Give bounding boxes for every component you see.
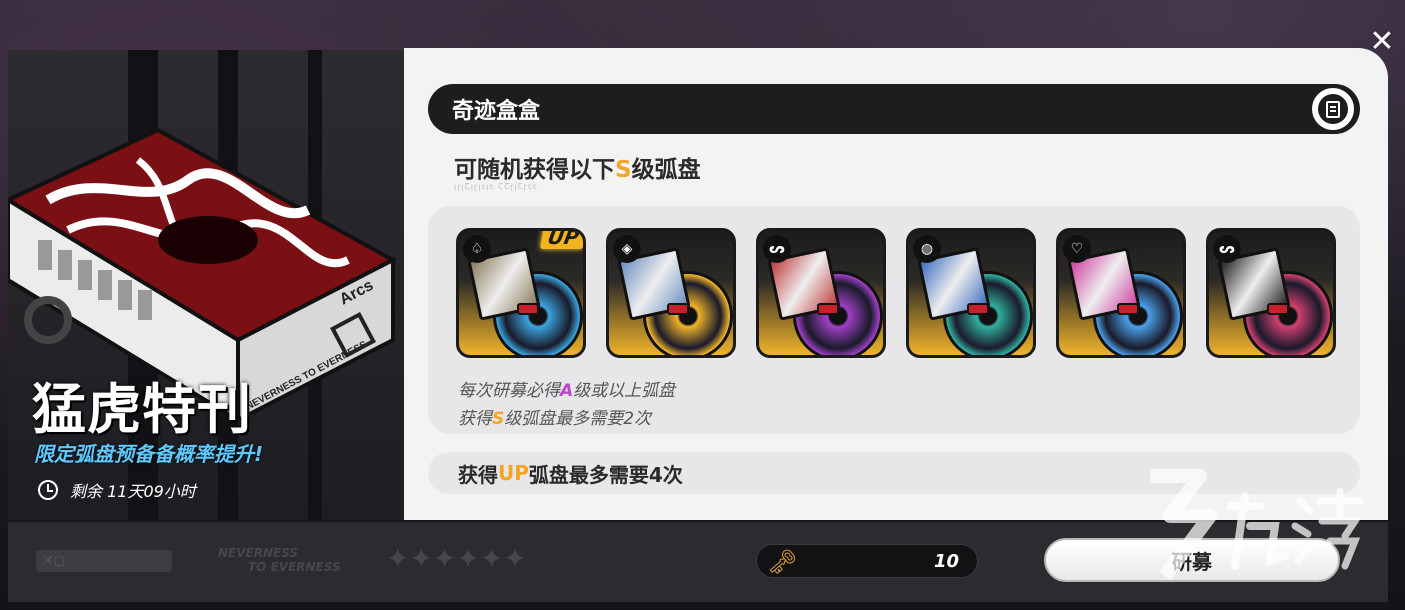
up-label: UP (498, 461, 529, 485)
disc-card[interactable]: ᔕ (756, 228, 886, 358)
disc-card[interactable]: ◈ (606, 228, 736, 358)
element-type-icon: ◈ (613, 235, 641, 263)
disc-hub (817, 303, 839, 315)
disc-hub (1267, 303, 1289, 315)
site-watermark-icon (1150, 469, 1364, 581)
element-type-icon: ◍ (913, 235, 941, 263)
decorative-stars-icon: ✦✦✦✦✦✦ (386, 542, 527, 575)
slogan-text: NEVERNESS TO EVERNESS (218, 546, 341, 574)
subtitle-decoration: ꞁꞅꞁꞆꞁꞅꞁꞇꞁꞇ ꞆꞆꞅꞁꞆꞅꞇꞇ (454, 182, 538, 191)
document-icon (1326, 100, 1340, 118)
rule-guarantee-s: 获得S级弧盘最多需要2次 (458, 404, 651, 429)
key-icon: 🗝 (767, 548, 798, 576)
time-remaining: 剩余 11天09小时 (38, 478, 196, 502)
element-type-icon: ♡ (1063, 235, 1091, 263)
up-badge: UP (539, 231, 583, 249)
rule2-prefix: 获得 (458, 409, 492, 429)
rank-a-label: A (560, 381, 574, 401)
rank-s-label: S (492, 409, 505, 429)
clock-icon (38, 480, 58, 500)
disc-list: ♤ UP ◈ ᔕ ◍ ♡ ᔕ (456, 228, 1336, 358)
disc-card[interactable]: ♡ (1056, 228, 1186, 358)
rule-guarantee-a: 每次研募必得A级或以上弧盘 (458, 376, 675, 401)
details-button[interactable] (1308, 84, 1358, 134)
close-button[interactable]: ✕ (1364, 24, 1400, 60)
key-count: 10 (933, 551, 959, 572)
banner-panel: Arcs NEVERNESS TO EVERNESS 猛虎特刊 限定弧盘预备备概… (8, 50, 406, 520)
rule1-suffix: 级或以上弧盘 (573, 381, 676, 401)
disc-list-panel: ♤ UP ◈ ᔕ ◍ ♡ ᔕ 每次研募必得A级或以上弧盘 获得S级弧盘最多需要2次 (428, 206, 1360, 434)
rule2-suffix: 级弧盘最多需要2次 (504, 409, 652, 429)
up-rule-suffix: 弧盘最多需要4次 (528, 462, 683, 487)
element-type-icon: ᔕ (763, 235, 791, 263)
pool-title: 奇迹盒盒 (452, 99, 541, 124)
pool-details-card: 奇迹盒盒 可随机获得以下S级弧盘 ꞁꞅꞁꞆꞁꞅꞁꞇꞁꞇ ꞆꞆꞅꞁꞆꞅꞇꞇ ♤ UP… (404, 48, 1388, 520)
disc-card[interactable]: ᔕ (1206, 228, 1336, 358)
disc-hub (967, 303, 989, 315)
game-logo: ✕◻ (36, 550, 172, 572)
banner-subtitle: 限定弧盘预备备概率提升! (34, 442, 264, 466)
element-type-icon: ♤ (463, 235, 491, 263)
slogan-line-1: NEVERNESS (218, 546, 299, 560)
pool-subtitle: 可随机获得以下S级弧盘 (454, 150, 701, 184)
slogan-line-2: TO EVERNESS (248, 560, 341, 574)
header-bar: 奇迹盒盒 (428, 84, 1360, 134)
details-icon-wrap (1318, 94, 1348, 124)
element-type-icon: ᔕ (1213, 235, 1241, 263)
disc-card[interactable]: ♤ UP (456, 228, 586, 358)
rank-s-label: S (615, 157, 632, 183)
up-rule-prefix: 获得 (458, 462, 498, 487)
key-currency-counter: 🗝 10 (756, 544, 978, 578)
disc-hub (667, 303, 689, 315)
pool-subtitle-prefix: 可随机获得以下 (454, 157, 615, 183)
disc-card[interactable]: ◍ (906, 228, 1036, 358)
time-remaining-text: 剩余 11天09小时 (70, 482, 196, 501)
banner-title: 猛虎特刊 (32, 378, 252, 441)
rule1-prefix: 每次研募必得 (458, 381, 560, 401)
disc-hub (517, 303, 539, 315)
pool-subtitle-suffix: 级弧盘 (631, 157, 701, 183)
disc-hub (1117, 303, 1139, 315)
